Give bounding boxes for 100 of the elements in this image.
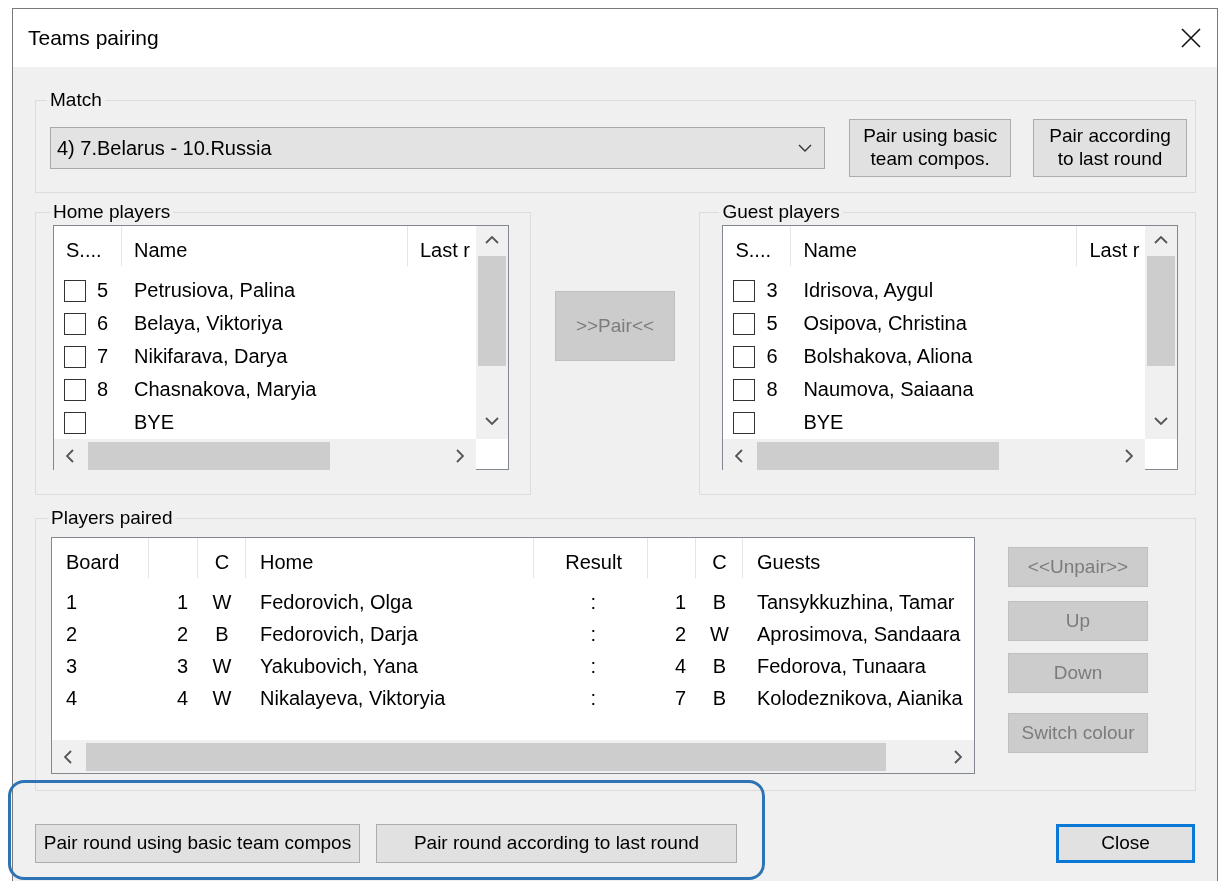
scroll-right-icon[interactable] (1125, 448, 1134, 463)
player-number: 6 (97, 312, 109, 335)
table-cell-text: Aprosimova, Sandaara (756, 622, 962, 646)
table-cell-text: 4 (673, 654, 687, 678)
group-label: Home players (52, 201, 172, 223)
checkbox[interactable] (64, 312, 86, 335)
scroll-left-icon[interactable] (64, 749, 72, 764)
column-header[interactable]: Home (246, 538, 534, 586)
table-cell-text: 1 (65, 590, 79, 614)
column-header[interactable]: C (696, 538, 743, 586)
column-header[interactable]: Guests (743, 538, 974, 586)
match-dropdown[interactable]: 4) 7.Belarus - 10.Russia (50, 127, 826, 169)
table-cell-text: 3 (65, 654, 79, 678)
pair-round-button[interactable]: Pair round using basic team compos (35, 824, 360, 863)
scroll-down-icon[interactable] (1154, 417, 1169, 425)
group-label: Players paired (50, 507, 174, 529)
table-cell-text: : (589, 686, 597, 710)
table-cell-text: 2 (673, 622, 687, 646)
checkbox[interactable] (733, 378, 756, 401)
column-header[interactable]: Board (52, 538, 149, 586)
player-name: BYE (802, 411, 845, 434)
table-cell-text: Fedorova, Tunaara (756, 654, 927, 678)
table-cell-text: 3 (175, 654, 189, 678)
table-cell-text: W (211, 590, 233, 614)
close-button[interactable]: Close (1056, 824, 1195, 863)
table-cell-text: Tansykkuzhina, Tamar (756, 590, 956, 614)
column-header[interactable]: S.... (723, 226, 792, 274)
checkbox[interactable] (64, 279, 86, 302)
table-cell-text: : (589, 622, 597, 646)
vertical-scrollbar[interactable] (476, 226, 508, 439)
player-number: 7 (97, 345, 109, 368)
scroll-up-icon[interactable] (1154, 236, 1169, 244)
pair-button[interactable]: Pair using basic team compos. (849, 119, 1012, 177)
column-header[interactable]: Result (534, 538, 648, 586)
table-cell-text: Yakubovich, Yana (259, 654, 419, 678)
table-cell-text: 2 (175, 622, 189, 646)
table-cell-text: 4 (65, 686, 79, 710)
column-header[interactable]: Name (122, 226, 408, 274)
table-cell-text: W (211, 654, 233, 678)
player-name: Osipova, Christina (802, 312, 968, 335)
player-name: Idrisova, Aygul (802, 279, 935, 302)
close-icon[interactable] (1181, 28, 1201, 48)
player-number: 8 (97, 378, 109, 401)
table-cell-text: Kolodeznikova, Aianika (756, 686, 964, 710)
group-label: Guest players (721, 201, 841, 223)
table-cell-text: 7 (673, 686, 687, 710)
pair-round-button[interactable]: Pair round according to last round (376, 824, 737, 863)
table-cell-text: 1 (175, 590, 189, 614)
player-name: BYE (133, 411, 176, 434)
table-cell-text: W (211, 686, 233, 710)
player-number: 6 (766, 345, 778, 368)
table-cell-text: : (589, 654, 597, 678)
player-number: 8 (766, 378, 778, 401)
checkbox[interactable] (733, 345, 756, 368)
table-cell-text: W (709, 622, 730, 646)
horizontal-scrollbar[interactable] (52, 740, 974, 773)
table-cell-text: : (589, 590, 597, 614)
table-cell-text: Fedorovich, Darja (259, 622, 419, 646)
scroll-down-icon[interactable] (485, 417, 499, 425)
player-name: Petrusiova, Palina (133, 279, 297, 302)
column-header[interactable]: S.... (54, 226, 122, 274)
scroll-left-icon[interactable] (735, 448, 744, 463)
checkbox[interactable] (64, 378, 86, 401)
player-name: Bolshakova, Aliona (802, 345, 974, 368)
column-header[interactable]: C (198, 538, 246, 586)
checkbox[interactable] (733, 279, 756, 302)
table-cell-text: B (214, 622, 230, 646)
player-name: Belaya, Viktoriya (133, 312, 284, 335)
table-cell-text: 2 (65, 622, 79, 646)
checkbox[interactable] (733, 312, 756, 335)
vertical-scrollbar[interactable] (1145, 226, 1178, 439)
player-name: Chasnakova, Maryia (133, 378, 318, 401)
checkbox[interactable] (733, 411, 756, 434)
checkbox[interactable] (64, 345, 86, 368)
scroll-right-icon[interactable] (456, 448, 464, 463)
horizontal-scrollbar[interactable] (723, 439, 1146, 472)
scroll-left-icon[interactable] (66, 448, 74, 463)
table-cell-text: 1 (673, 590, 687, 614)
table-cell-text: Nikalayeva, Viktoryia (259, 686, 447, 710)
player-name: Naumova, Saiaana (802, 378, 975, 401)
table-cell-text: 4 (175, 686, 189, 710)
table-cell-text: Fedorovich, Olga (259, 590, 414, 614)
scroll-up-icon[interactable] (485, 236, 499, 244)
checkbox[interactable] (64, 411, 86, 434)
chevron-down-icon[interactable] (798, 144, 813, 152)
window-title: Teams pairing (28, 26, 159, 50)
group-label: Match (49, 89, 103, 111)
player-number: 5 (766, 312, 778, 335)
scroll-right-icon[interactable] (954, 749, 962, 764)
player-number: 5 (97, 279, 109, 302)
pair-button[interactable]: Pair according to last round (1033, 119, 1187, 177)
player-name: Nikifarava, Darya (133, 345, 289, 368)
player-number: 3 (766, 279, 778, 302)
table-cell-text: B (711, 654, 728, 678)
table-cell-text: B (711, 590, 728, 614)
column-header[interactable]: Last r (408, 226, 476, 274)
horizontal-scrollbar[interactable] (54, 439, 476, 472)
table-cell-text: B (711, 686, 728, 710)
column-header[interactable]: Last r (1077, 226, 1146, 274)
column-header[interactable]: Name (791, 226, 1078, 274)
